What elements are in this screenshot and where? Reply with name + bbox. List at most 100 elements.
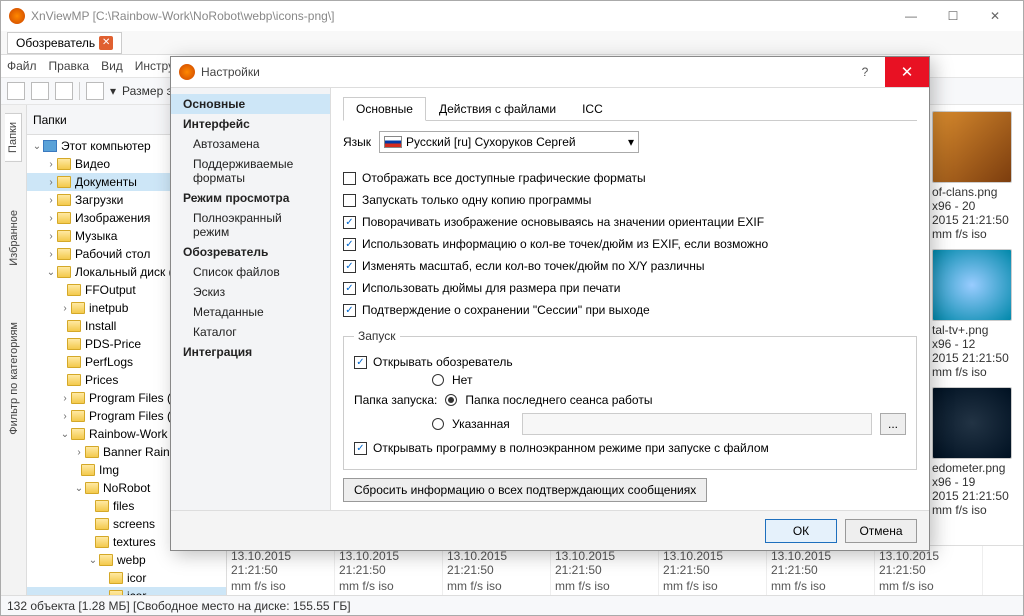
thumbnail-exif: mm f/s iso (932, 227, 1017, 241)
thumbnail-exif: mm f/s iso (932, 503, 1017, 517)
statusbar: 132 объекта [1.28 МБ] [Свободное место н… (1, 595, 1023, 615)
strip-cell[interactable]: 13.10.2015 21:21:50mm f/s iso (227, 546, 335, 595)
startup-group: Запуск ✓Открывать обозреватель Нет Папка… (343, 329, 917, 470)
radio-last-folder[interactable] (445, 394, 457, 406)
nav-filelist[interactable]: Список файлов (171, 262, 330, 282)
thumbnail[interactable]: tal-tv+.png x96 - 12 2015 21:21:50 mm f/… (932, 249, 1017, 379)
chevron-down-icon: ▾ (628, 135, 634, 149)
menu-view[interactable]: Вид (101, 59, 123, 73)
checkbox-zoom-dpi[interactable]: ✓Изменять масштаб, если кол-во точек/дюй… (343, 259, 917, 273)
nav-browser[interactable]: Обозреватель (171, 242, 330, 262)
strip-cell[interactable]: 13.10.2015 21:21:50mm f/s iso (767, 546, 875, 595)
nav-formats[interactable]: Поддерживаемые форматы (171, 154, 330, 188)
folder-icon (85, 446, 99, 458)
thumbnail-strip: 13.10.2015 21:21:50mm f/s iso 13.10.2015… (227, 545, 1023, 595)
tree-item[interactable]: icor (27, 587, 226, 595)
nav-viewmode[interactable]: Режим просмотра (171, 188, 330, 208)
close-button[interactable]: ✕ (975, 3, 1015, 29)
nav-thumb[interactable]: Эскиз (171, 282, 330, 302)
ok-button[interactable]: ОК (765, 519, 837, 543)
nav-fullscreen[interactable]: Полноэкранный режим (171, 208, 330, 242)
thumbnail-image (932, 249, 1012, 321)
nav-catalog[interactable]: Каталог (171, 322, 330, 342)
dialog-close-button[interactable]: ✕ (885, 57, 929, 87)
strip-cell[interactable]: 13.10.2015 21:21:50mm f/s iso (335, 546, 443, 595)
folder-icon (71, 392, 85, 404)
maximize-button[interactable]: ☐ (933, 3, 973, 29)
tab-browser[interactable]: Обозреватель ✕ (7, 32, 122, 54)
nav-interface[interactable]: Интерфейс (171, 114, 330, 134)
checkbox-open-browser[interactable]: ✓Открывать обозреватель (354, 355, 906, 369)
checkbox-all-formats[interactable]: Отображать все доступные графические фор… (343, 171, 917, 185)
checkbox-single-instance[interactable]: Запускать только одну копию программы (343, 193, 917, 207)
toolbar-icon[interactable] (31, 82, 49, 100)
tab-general[interactable]: Основные (343, 97, 426, 121)
checkbox-confirm-session[interactable]: ✓Подтверждение о сохранении "Сессии" при… (343, 303, 917, 317)
toolbar-icon[interactable] (86, 82, 104, 100)
checkbox-fullscreen-launch[interactable]: ✓Открывать программу в полноэкранном реж… (354, 441, 906, 455)
strip-cell[interactable]: 13.10.2015 21:21:50mm f/s iso (659, 546, 767, 595)
folder-icon (95, 500, 109, 512)
folder-icon (57, 158, 71, 170)
strip-cell[interactable]: 13.10.2015 21:21:50mm f/s iso (551, 546, 659, 595)
language-label: Язык (343, 135, 371, 149)
thumbnail-image (932, 387, 1012, 459)
settings-tabs: Основные Действия с файлами ICC (343, 96, 917, 121)
reset-confirmations-button[interactable]: Сбросить информацию о всех подтверждающи… (343, 478, 707, 502)
flag-icon (384, 136, 402, 148)
window-title: XnViewMP [C:\Rainbow-Work\NoRobot\webp\i… (31, 9, 891, 23)
toolbar-icon[interactable] (7, 82, 25, 100)
nav-main[interactable]: Основные (171, 94, 330, 114)
vtab-folders[interactable]: Папки (5, 113, 22, 162)
app-icon (179, 64, 195, 80)
folder-icon (85, 482, 99, 494)
nav-integration[interactable]: Интеграция (171, 342, 330, 362)
vertical-tabs: Папки Избранное Фильтр по категориям (1, 105, 27, 595)
tree-item[interactable]: ⌄webp (27, 551, 226, 569)
folder-icon (81, 464, 95, 476)
tab-file-actions[interactable]: Действия с файлами (426, 97, 569, 121)
thumbnail-image (932, 111, 1012, 183)
folder-icon (67, 320, 81, 332)
dialog-help-button[interactable]: ? (845, 65, 885, 79)
vtab-favorites[interactable]: Избранное (6, 202, 22, 274)
strip-cell[interactable]: 13.10.2015 21:21:50mm f/s iso (443, 546, 551, 595)
folder-icon (95, 518, 109, 530)
radio-specified[interactable] (432, 418, 444, 430)
toolbar-icon[interactable] (55, 82, 73, 100)
cancel-button[interactable]: Отмена (845, 519, 917, 543)
language-select[interactable]: Русский [ru] Сухоруков Сергей ▾ (379, 131, 639, 153)
browse-button[interactable]: ... (880, 413, 906, 435)
strip-cell[interactable]: 13.10.2015 21:21:50mm f/s iso (875, 546, 983, 595)
folder-icon (67, 284, 81, 296)
tree-item[interactable]: icor (27, 569, 226, 587)
dialog-footer: ОК Отмена (171, 510, 929, 550)
thumbnail[interactable]: of-clans.png x96 - 20 2015 21:21:50 mm f… (932, 111, 1017, 241)
checkbox-inches[interactable]: ✓Использовать дюймы для размера при печа… (343, 281, 917, 295)
main-titlebar: XnViewMP [C:\Rainbow-Work\NoRobot\webp\i… (1, 1, 1023, 31)
thumbnail-dims: x96 - 19 (932, 475, 1017, 489)
thumbnail-dims: x96 - 12 (932, 337, 1017, 351)
radio-none[interactable] (432, 374, 444, 386)
thumbnail[interactable]: edometer.png x96 - 19 2015 21:21:50 mm f… (932, 387, 1017, 517)
checkbox-rotate-exif[interactable]: ✓Поворачивать изображение основываясь на… (343, 215, 917, 229)
menu-file[interactable]: Файл (7, 59, 37, 73)
startup-path-input[interactable] (522, 413, 872, 435)
checkbox-dpi-exif[interactable]: ✓Использовать информацию о кол-ве точек/… (343, 237, 917, 251)
nav-autoreplace[interactable]: Автозамена (171, 134, 330, 154)
tab-icc[interactable]: ICC (569, 97, 616, 121)
startup-legend: Запуск (354, 329, 400, 343)
settings-nav: Основные Интерфейс Автозамена Поддержива… (171, 88, 331, 510)
thumbnail-name: edometer.png (932, 461, 1017, 475)
thumbnail-dims: x96 - 20 (932, 199, 1017, 213)
nav-metadata[interactable]: Метаданные (171, 302, 330, 322)
menu-edit[interactable]: Правка (49, 59, 90, 73)
minimize-button[interactable]: — (891, 3, 931, 29)
tab-close-icon[interactable]: ✕ (99, 36, 113, 50)
folder-icon (57, 230, 71, 242)
status-text: 132 объекта [1.28 МБ] [Свободное место н… (7, 599, 351, 613)
folder-icon (109, 572, 123, 584)
vtab-filter[interactable]: Фильтр по категориям (6, 314, 22, 443)
thumbnail-date: 2015 21:21:50 (932, 351, 1017, 365)
document-tabbar: Обозреватель ✕ (1, 31, 1023, 55)
